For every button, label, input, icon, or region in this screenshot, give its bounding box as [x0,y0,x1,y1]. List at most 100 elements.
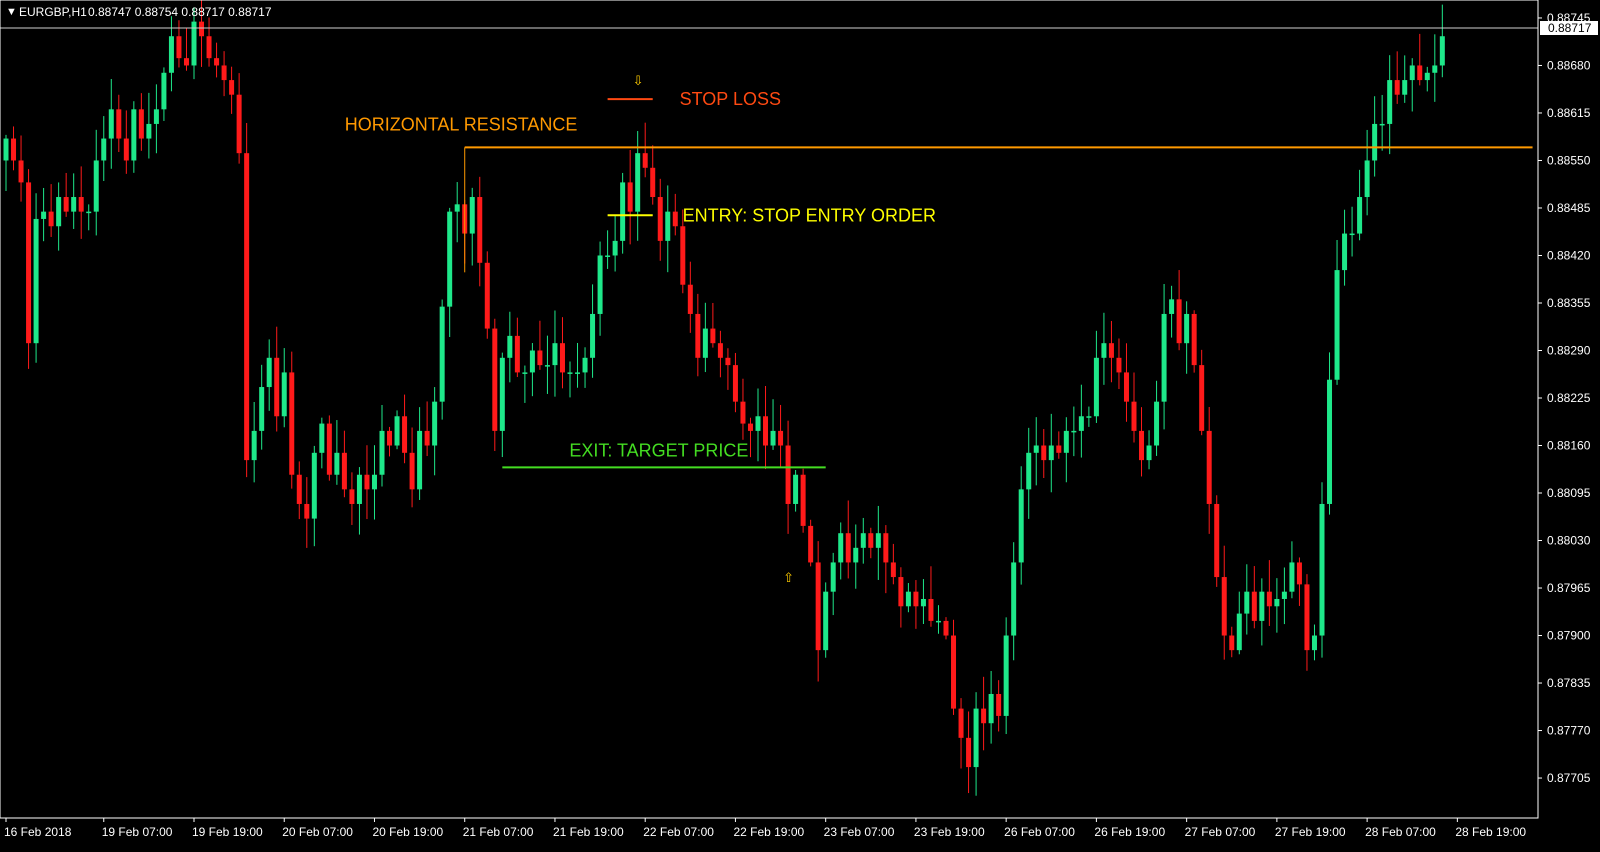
candle-body [251,430,257,461]
candle-body [1402,80,1408,95]
price-tick-label: 0.87770 [1547,724,1591,738]
menu-triangle-icon[interactable]: ▼ [6,6,17,18]
candle-body [93,160,99,212]
candle-body [402,416,408,453]
candle-body [334,452,340,475]
candle-body [1244,591,1250,614]
candle-body [1086,416,1092,418]
header: ▼ EURGBP,H1 0.88747 0.88754 0.88717 0.88… [6,5,272,19]
candle-body [1011,562,1017,636]
candle-body [41,211,47,219]
candle-body [590,313,596,358]
candle-body [326,423,332,475]
candle-body [424,430,430,446]
symbol-label: EURGBP,H1 [19,5,87,19]
candle-body [454,204,460,212]
candle-body [597,255,603,314]
candle-body [371,474,377,490]
candle-body [26,182,32,344]
price-tick-label: 0.88160 [1547,439,1591,453]
candle-body [875,533,881,548]
candle-body [559,343,565,373]
price-tick-label: 0.88550 [1547,153,1591,167]
candle-body [221,65,227,81]
time-tick-label: 19 Feb 07:00 [102,825,173,839]
candle-body [1327,379,1333,504]
price-tick-label: 0.87835 [1547,676,1591,690]
candle-body [1432,65,1438,73]
candle [484,251,490,339]
chart-window[interactable]: HORIZONTAL RESISTANCE STOP LOSS ENTRY: STO… [0,0,1600,847]
time-tick-label: 20 Feb 07:00 [282,825,353,839]
candle-body [1379,123,1385,126]
price-tick-label: 0.88290 [1547,343,1591,357]
candle-body [552,343,558,366]
candle-body [281,372,287,417]
candle-body [1191,313,1197,366]
candle-body [364,474,370,490]
candle-body [1296,562,1302,585]
candle-body [1154,401,1160,446]
candle-body [657,197,663,241]
candle-body [823,591,829,651]
candle-body [665,211,671,241]
candle-body [439,306,445,402]
price-tick-label: 0.87705 [1547,771,1591,785]
candle-body [409,452,415,490]
candle-body [793,474,799,504]
candle-body [537,350,543,366]
candle-body [1349,233,1355,236]
candle-body [1093,357,1099,417]
candle-body [484,262,490,329]
price-chart[interactable]: HORIZONTAL RESISTANCE STOP LOSS ENTRY: STO… [0,0,1600,847]
candle-body [1221,577,1227,636]
candle-body [146,123,152,139]
candle-body [935,620,941,623]
time-tick-label: 27 Feb 19:00 [1275,825,1346,839]
candle-body [905,591,911,607]
candle-body [996,693,1002,716]
candle-body [815,562,821,651]
candle-body [913,591,919,607]
candle-body [695,313,701,358]
candle-body [18,160,24,183]
candle-body [755,416,761,431]
candle-body [1281,591,1287,599]
candle-body [1236,613,1242,651]
candle [439,299,445,420]
candle-body [642,153,648,168]
time-tick-label: 28 Feb 07:00 [1365,825,1436,839]
annotation-label: EXIT: TARGET PRICE [569,440,748,460]
candle-body [86,211,92,214]
price-tick-label: 0.88225 [1547,391,1591,405]
candle-body [514,335,520,373]
candle-body [274,357,280,417]
candle-body [1026,452,1032,490]
candle-body [672,211,678,227]
candle-body [214,58,220,66]
candle-body [319,423,325,453]
candle-body [1424,72,1430,81]
candle-body [763,416,769,446]
candle-body [1033,445,1039,453]
candle-body [1259,591,1265,621]
time-tick-label: 22 Feb 19:00 [733,825,804,839]
time-tick-label: 21 Feb 19:00 [553,825,624,839]
candle-body [499,357,505,431]
candle-body [981,708,987,724]
candle-body [1311,635,1317,651]
candle-body [1334,270,1340,380]
candle-body [432,401,438,446]
candle-body [920,598,926,607]
price-tick-label: 0.87900 [1547,629,1591,643]
candle-body [702,328,708,358]
candle-body [529,350,535,373]
candle-body [890,562,896,578]
candle-body [1417,65,1423,81]
time-tick-label: 16 Feb 2018 [4,825,72,839]
price-tick-label: 0.88030 [1547,534,1591,548]
candle-body [71,197,77,212]
candle-body [183,58,189,66]
candle-body [1003,635,1009,716]
candle-body [770,430,776,446]
